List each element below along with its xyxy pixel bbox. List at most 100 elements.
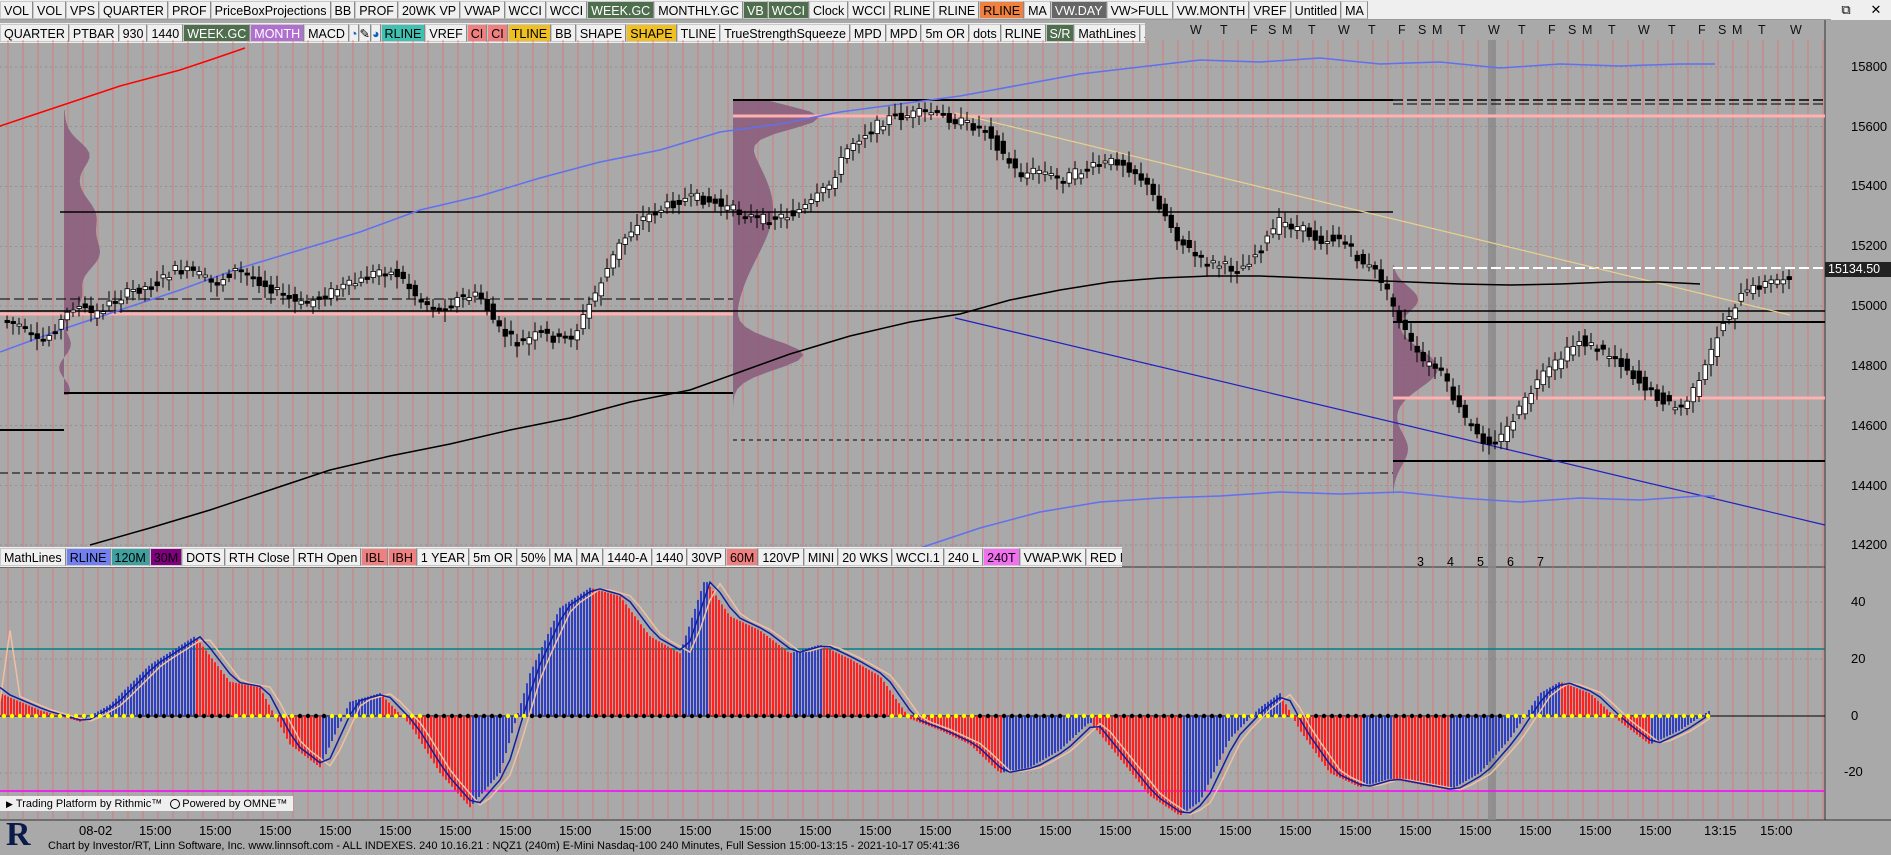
candle-body xyxy=(1318,235,1324,245)
candle-body xyxy=(1594,348,1600,352)
toolbar-button-1440[interactable]: 1440 xyxy=(651,548,688,566)
squeeze-dot xyxy=(257,713,263,719)
day-letter: W xyxy=(1488,23,1500,37)
squeeze-dot xyxy=(49,713,55,719)
toolbar-button-5m-or[interactable]: 5m OR xyxy=(469,548,517,566)
toolbar-button-30m[interactable]: 30M xyxy=(149,548,183,566)
candle-body xyxy=(988,126,994,139)
squeeze-dot xyxy=(753,713,759,719)
candle-body xyxy=(1288,223,1294,230)
moving-average-red xyxy=(0,47,246,127)
day-letter: W xyxy=(1790,23,1802,37)
price-chart[interactable] xyxy=(0,0,1891,855)
squeeze-dot xyxy=(889,713,895,719)
candle-body xyxy=(286,295,292,299)
toolbar-button-dots[interactable]: DOTS xyxy=(182,548,225,566)
time-label: 15:00 xyxy=(1279,823,1312,838)
candle-body xyxy=(358,277,364,283)
candle-body xyxy=(1198,254,1204,258)
toolbar-button-wcci-1[interactable]: WCCI.1 xyxy=(892,548,944,566)
candle-body xyxy=(880,126,886,131)
candle-body xyxy=(1294,226,1300,231)
candle-body xyxy=(1012,158,1018,169)
squeeze-dot xyxy=(713,713,719,719)
toolbar-button-vwap-wk[interactable]: VWAP.WK xyxy=(1019,548,1086,566)
toolbar-button-mathlines[interactable]: MathLines xyxy=(0,548,66,566)
squeeze-dot xyxy=(865,713,871,719)
squeeze-dot xyxy=(17,713,23,719)
day-letter: T xyxy=(1668,23,1676,37)
squeeze-dot xyxy=(137,713,143,719)
candle-body xyxy=(1456,395,1462,408)
time-label: 15:00 xyxy=(1579,823,1612,838)
squeeze-dot xyxy=(969,713,975,719)
squeeze-dot xyxy=(1377,713,1383,719)
squeeze-dot xyxy=(1289,713,1295,719)
squeeze-dot xyxy=(1457,713,1463,719)
candle-body xyxy=(766,222,772,226)
toolbar-button-red-murray[interactable]: RED MURRAY xyxy=(1085,548,1122,566)
toolbar-button-mini[interactable]: MINI xyxy=(803,548,839,566)
session-number: 4 xyxy=(1447,555,1454,569)
candle-body xyxy=(184,266,190,272)
candle-body xyxy=(1132,169,1138,175)
candle-body xyxy=(244,272,250,276)
candle-body xyxy=(1330,234,1336,242)
candle-body xyxy=(16,323,22,327)
day-letter: M xyxy=(1582,23,1593,37)
toolbar-button-1-year[interactable]: 1 YEAR xyxy=(416,548,470,566)
toolbar-button-1440-a[interactable]: 1440-A xyxy=(603,548,652,566)
toolbar-button-ibh[interactable]: IBH xyxy=(388,548,417,566)
toolbar-button-240-l[interactable]: 240 L xyxy=(943,548,984,566)
toolbar-button-30vp[interactable]: 30VP xyxy=(687,548,726,566)
candle-body xyxy=(1684,400,1690,409)
toolbar-button-60m[interactable]: 60M xyxy=(725,548,759,566)
candle-body xyxy=(178,270,184,275)
toolbar-button-50-[interactable]: 50% xyxy=(516,548,550,566)
time-label: 15:00 xyxy=(439,823,472,838)
squeeze-dot xyxy=(265,713,271,719)
squeeze-dot xyxy=(1057,713,1063,719)
toolbar-button-rline[interactable]: RLINE xyxy=(65,548,111,566)
toolbar-button-120m[interactable]: 120M xyxy=(110,548,150,566)
squeeze-dot xyxy=(433,713,439,719)
time-label: 15:00 xyxy=(1219,823,1252,838)
toolbar-button-240t[interactable]: 240T xyxy=(983,548,1020,566)
candle-body xyxy=(34,333,40,339)
time-label: 15:00 xyxy=(139,823,172,838)
candle-body xyxy=(1102,160,1108,164)
price-label: 15400 xyxy=(1851,178,1888,193)
candle-body xyxy=(214,282,220,286)
candle-body xyxy=(1588,342,1594,346)
squeeze-dot xyxy=(153,713,159,719)
candle-body xyxy=(1204,263,1210,267)
toolbar-button-rth-open[interactable]: RTH Open xyxy=(293,548,362,566)
candle-body xyxy=(970,123,976,131)
squeeze-dot xyxy=(1113,713,1119,719)
trend-line-yellow xyxy=(954,112,1791,316)
candle-body xyxy=(1270,228,1276,235)
toolbar-button-120vp[interactable]: 120VP xyxy=(758,548,804,566)
time-label: 15:00 xyxy=(559,823,592,838)
squeeze-dot xyxy=(217,713,223,719)
toolbar-button-ma[interactable]: MA xyxy=(576,548,604,566)
toolbar-button-20-wks[interactable]: 20 WKS xyxy=(838,548,893,566)
day-letter: S xyxy=(1718,23,1727,37)
squeeze-dot xyxy=(993,713,999,719)
day-letter: M xyxy=(1732,23,1743,37)
squeeze-dot xyxy=(65,713,71,719)
candle-body xyxy=(196,271,202,276)
candle-body xyxy=(1144,177,1150,185)
candle-body xyxy=(1786,276,1792,280)
squeeze-dot xyxy=(9,713,15,719)
candle-body xyxy=(1570,346,1576,356)
candle-body xyxy=(1282,222,1288,228)
candle-body xyxy=(1528,393,1534,405)
candle-body xyxy=(1360,253,1366,265)
candle-body xyxy=(1666,395,1672,402)
candle-body xyxy=(682,197,688,202)
toolbar-button-ma[interactable]: MA xyxy=(549,548,577,566)
toolbar-button-ibl[interactable]: IBL xyxy=(361,548,389,566)
toolbar-button-rth-close[interactable]: RTH Close xyxy=(224,548,294,566)
squeeze-dot xyxy=(169,713,175,719)
